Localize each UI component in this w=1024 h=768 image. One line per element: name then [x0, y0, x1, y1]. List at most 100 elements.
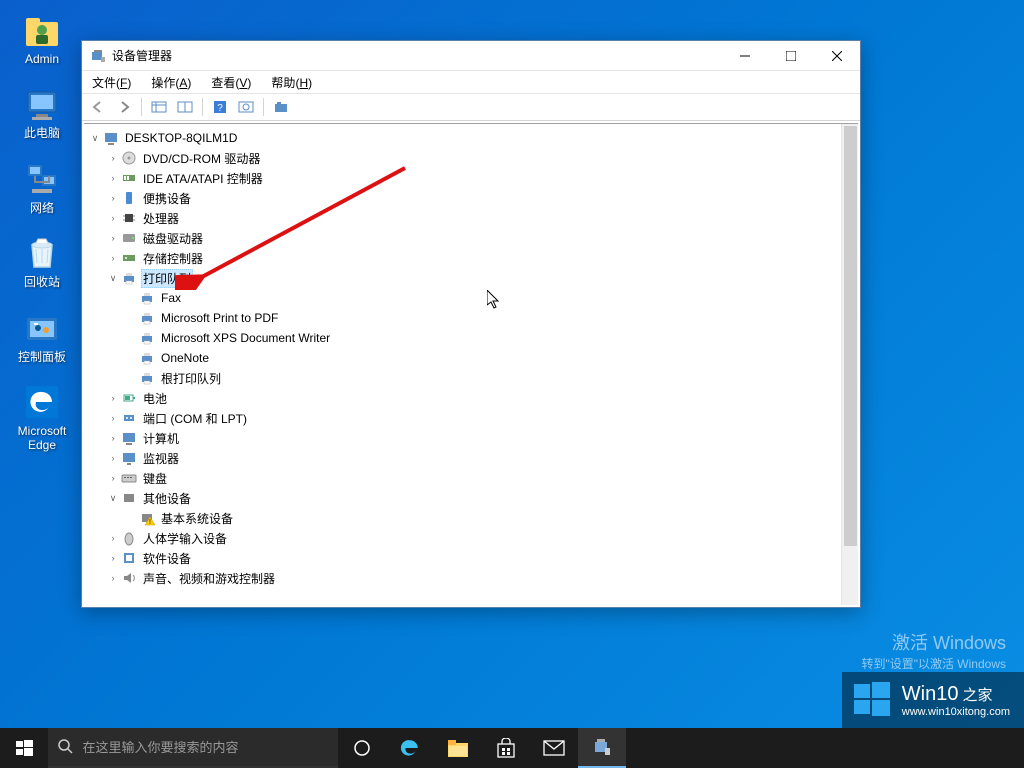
help-button[interactable]: ?	[208, 96, 232, 118]
desktop-icon-label: Admin	[25, 52, 59, 66]
tree-leaf[interactable]: 根打印队列	[86, 368, 839, 388]
expand-icon[interactable]: ›	[106, 391, 120, 405]
printer-icon	[121, 270, 137, 286]
taskbar-device-manager[interactable]	[578, 728, 626, 768]
desktop-icon-computer[interactable]: 此电脑	[8, 84, 76, 140]
taskbar-mail[interactable]	[530, 728, 578, 768]
maximize-button[interactable]	[768, 41, 814, 71]
search-box[interactable]	[48, 728, 338, 768]
network-icon	[22, 159, 62, 199]
printer-icon	[139, 370, 155, 386]
printer-icon	[139, 350, 155, 366]
expand-icon[interactable]: ›	[106, 191, 120, 205]
portable-icon	[121, 190, 137, 206]
expand-icon[interactable]: ›	[106, 211, 120, 225]
scrollbar-thumb[interactable]	[844, 126, 857, 546]
tree-node[interactable]: › 键盘	[86, 468, 839, 488]
toolbar: ?	[82, 93, 860, 121]
tree-node-label: 键盘	[141, 470, 169, 487]
tree-node[interactable]: › 电池	[86, 388, 839, 408]
battery-icon	[121, 390, 137, 406]
disc-icon	[121, 150, 137, 166]
back-button[interactable]	[86, 96, 110, 118]
collapse-icon[interactable]: ∨	[106, 271, 120, 285]
window-title: 设备管理器	[112, 47, 172, 64]
menu-help[interactable]: 帮助(H)	[267, 72, 316, 93]
collapse-icon[interactable]: ∨	[88, 131, 102, 145]
desktop-icon-recycle[interactable]: 回收站	[8, 233, 76, 289]
tree-node[interactable]: ›人体学输入设备	[86, 528, 839, 548]
printer-icon	[139, 330, 155, 346]
minimize-button[interactable]	[722, 41, 768, 71]
tree-node-label: 打印队列	[141, 269, 193, 288]
expand-icon[interactable]: ›	[106, 451, 120, 465]
expand-icon[interactable]: ›	[106, 471, 120, 485]
tree-leaf[interactable]: OneNote	[86, 348, 839, 368]
tree-root[interactable]: ∨DESKTOP-8QILM1D	[86, 128, 839, 148]
tree-node[interactable]: ›声音、视频和游戏控制器	[86, 568, 839, 588]
desktop-icon-admin[interactable]: Admin	[8, 10, 76, 66]
activation-watermark: 激活 Windows 转到"设置"以激活 Windows	[861, 629, 1006, 672]
close-button[interactable]	[814, 41, 860, 71]
tree-node[interactable]: › DVD/CD-ROM 驱动器	[86, 148, 839, 168]
tree-node[interactable]: › 便携设备	[86, 188, 839, 208]
taskbar-edge[interactable]	[386, 728, 434, 768]
menu-view[interactable]: 查看(V)	[207, 72, 255, 93]
properties-button[interactable]	[173, 96, 197, 118]
start-button[interactable]	[0, 728, 48, 768]
expand-icon[interactable]: ›	[106, 231, 120, 245]
taskbar-explorer[interactable]	[434, 728, 482, 768]
vertical-scrollbar[interactable]	[841, 124, 858, 605]
scan-button[interactable]	[269, 96, 293, 118]
expand-icon[interactable]: ›	[106, 551, 120, 565]
tree-leaf[interactable]: Fax	[86, 288, 839, 308]
tree-node[interactable]: ›磁盘驱动器	[86, 228, 839, 248]
tree-node-label: 监视器	[141, 450, 181, 467]
show-hidden-button[interactable]	[147, 96, 171, 118]
tree-node[interactable]: › 监视器	[86, 448, 839, 468]
tree-node-label: 便携设备	[141, 190, 193, 207]
tree-leaf[interactable]: Microsoft Print to PDF	[86, 308, 839, 328]
refresh-button[interactable]	[234, 96, 258, 118]
forward-button[interactable]	[112, 96, 136, 118]
tree-node[interactable]: ›存储控制器	[86, 248, 839, 268]
desktop-icon-network[interactable]: 网络	[8, 159, 76, 215]
tree-node[interactable]: ∨ 打印队列	[86, 268, 839, 288]
expand-icon[interactable]: ›	[106, 431, 120, 445]
tree-leaf[interactable]: Microsoft XPS Document Writer	[86, 328, 839, 348]
printer-icon	[139, 290, 155, 306]
expand-icon[interactable]: ›	[106, 151, 120, 165]
hid-icon	[121, 530, 137, 546]
tree-leaf[interactable]: !基本系统设备	[86, 508, 839, 528]
taskbar-store[interactable]	[482, 728, 530, 768]
cortana-button[interactable]	[338, 728, 386, 768]
disk-icon	[121, 230, 137, 246]
expand-icon[interactable]: ›	[106, 531, 120, 545]
collapse-icon[interactable]: ∨	[106, 491, 120, 505]
toolbar-separator	[202, 98, 203, 116]
desktop-icon-edge[interactable]: Microsoft Edge	[8, 382, 76, 453]
device-tree[interactable]: ∨DESKTOP-8QILM1D › DVD/CD-ROM 驱动器›IDE ATA/…	[84, 124, 841, 605]
computer-icon	[121, 430, 137, 446]
taskbar	[0, 728, 1024, 768]
keyboard-icon	[121, 470, 137, 486]
other-icon	[121, 490, 137, 506]
tree-node[interactable]: ›计算机	[86, 428, 839, 448]
expand-icon[interactable]: ›	[106, 411, 120, 425]
expand-icon[interactable]: ›	[106, 251, 120, 265]
tree-node[interactable]: ∨其他设备	[86, 488, 839, 508]
desktop-icon-label: 此电脑	[24, 126, 60, 140]
tree-node[interactable]: ›处理器	[86, 208, 839, 228]
tree-node[interactable]: ›软件设备	[86, 548, 839, 568]
desktop-icon-control-panel[interactable]: 控制面板	[8, 308, 76, 364]
expand-icon[interactable]: ›	[106, 171, 120, 185]
tree-node-label: 根打印队列	[159, 370, 223, 387]
menu-action[interactable]: 操作(A)	[147, 72, 195, 93]
tree-node-label: 电池	[141, 390, 169, 407]
expand-icon[interactable]: ›	[106, 571, 120, 585]
tree-node[interactable]: ›IDE ATA/ATAPI 控制器	[86, 168, 839, 188]
tree-node-label: DVD/CD-ROM 驱动器	[141, 150, 262, 167]
search-input[interactable]	[83, 740, 328, 755]
menu-file[interactable]: 文件(F)	[88, 72, 135, 93]
tree-node[interactable]: ›端口 (COM 和 LPT)	[86, 408, 839, 428]
